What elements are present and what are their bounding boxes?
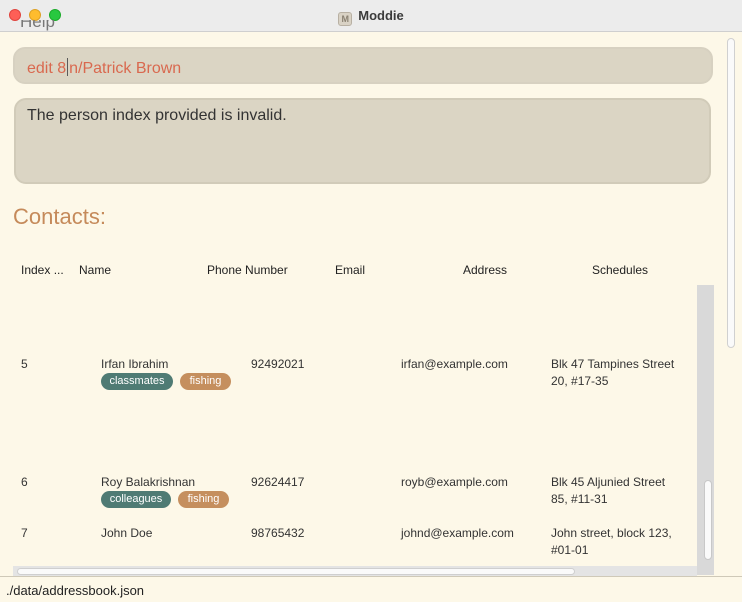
row-phone: 98765432 <box>251 526 305 540</box>
tag-badge: classmates <box>101 373 173 390</box>
row-phone: 92624417 <box>251 475 305 489</box>
tag-badge: colleagues <box>101 491 171 508</box>
command-input[interactable]: edit 8 n/Patrick Brown <box>13 47 713 84</box>
column-header-name[interactable]: Name <box>79 263 111 277</box>
row-phone: 92492021 <box>251 357 305 371</box>
column-header-index[interactable]: Index ... <box>21 263 64 277</box>
window-title-text: Moddie <box>358 8 404 23</box>
column-header-schedules[interactable]: Schedules <box>592 263 648 277</box>
save-file-path: ./data/addressbook.json <box>6 583 145 598</box>
window-vertical-scroll-thumb[interactable] <box>727 38 735 348</box>
row-address-line2: #01-01 <box>551 543 589 557</box>
column-header-address[interactable]: Address <box>463 263 507 277</box>
row-address: Blk 45 Aljunied Street <box>551 475 666 489</box>
row-index: 5 <box>21 357 28 371</box>
row-address-line2: 85, #11-31 <box>551 492 608 506</box>
help-menu[interactable]: Help <box>20 20 55 34</box>
row-name: Roy Balakrishnan <box>101 475 196 489</box>
row-name: Irfan Ibrahim <box>101 357 169 371</box>
column-header-email[interactable]: Email <box>335 263 365 277</box>
table-horizontal-scroll-thumb[interactable] <box>17 568 575 575</box>
row-email: irfan@example.com <box>401 357 508 371</box>
contacts-heading: Contacts: <box>13 204 106 229</box>
row-email: johnd@example.com <box>401 526 514 540</box>
row-index: 6 <box>21 475 28 489</box>
command-input-text[interactable]: edit 8 n/Patrick Brown <box>27 58 181 78</box>
status-bar: ./data/addressbook.json <box>0 576 742 602</box>
row-address-line2: 20, #17-35 <box>551 374 609 388</box>
row-name: John Doe <box>101 526 153 540</box>
window-title: M Moddie <box>0 8 742 26</box>
row-address: Blk 47 Tampines Street <box>551 357 675 371</box>
tag-badge: fishing <box>180 373 231 390</box>
table-vertical-scroll-thumb[interactable] <box>704 480 712 560</box>
text-caret <box>67 58 69 76</box>
window-titlebar: M Moddie <box>0 0 742 32</box>
tag-badge: fishing <box>178 491 229 508</box>
app-icon: M <box>338 12 353 26</box>
row-index: 7 <box>21 526 28 540</box>
row-address: John street, block 123, <box>551 526 672 540</box>
result-message: The person index provided is invalid. <box>27 107 287 124</box>
result-display: The person index provided is invalid. <box>14 98 711 184</box>
row-email: royb@example.com <box>401 475 508 489</box>
column-header-phone[interactable]: Phone Number <box>207 263 288 277</box>
